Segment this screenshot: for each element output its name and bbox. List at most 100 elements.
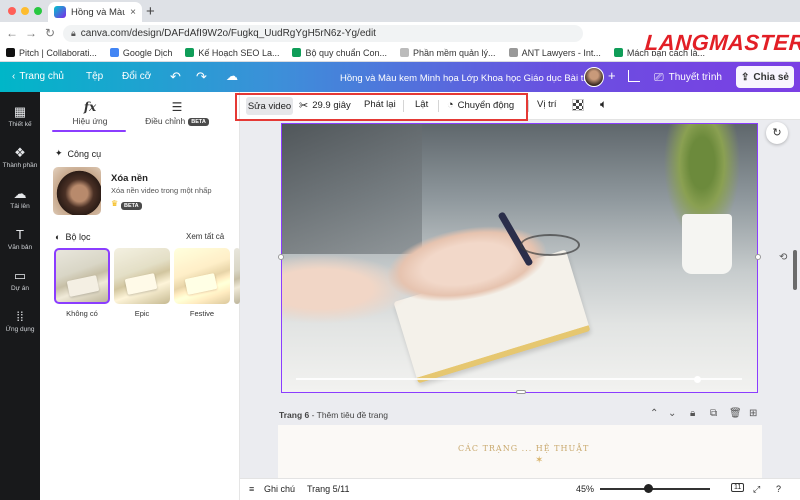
chevron-down-icon[interactable]: ⌄ <box>668 408 676 419</box>
add-collaborator-button[interactable]: + <box>608 68 616 83</box>
bookmark-item[interactable]: ANT Lawyers - Int... <box>508 47 601 58</box>
document-title[interactable]: Hồng và Màu kem Minh họa Lớp Khoa học Gi… <box>340 73 602 84</box>
present-icon: ⎚ <box>654 69 664 84</box>
filter-label: Epic <box>134 309 150 318</box>
remove-background-thumbnail[interactable] <box>53 167 101 215</box>
zoom-slider-handle[interactable] <box>644 484 653 493</box>
delete-page-icon[interactable]: 🗑︎ <box>729 408 742 419</box>
rail-item-upload[interactable]: ☁ Tải lên <box>0 186 40 210</box>
home-label: Trang chủ <box>19 71 64 82</box>
tab-effects[interactable]: fx Hiệu ứng <box>54 100 126 126</box>
page-refresh-icon[interactable]: ⟲ <box>779 252 787 263</box>
bookmark-favicon-icon <box>109 48 119 57</box>
filters-title: Bộ lọc <box>65 232 91 242</box>
file-menu[interactable]: Tệp <box>86 71 103 82</box>
vertical-scrollbar[interactable] <box>793 250 797 290</box>
zoom-slider-track[interactable] <box>600 488 710 490</box>
video-element[interactable] <box>281 123 758 393</box>
remove-background-description: Xóa nền video trong một nhấp <box>111 186 212 195</box>
page-title[interactable]: Trang 6 - Thêm tiêu đề trang <box>279 410 388 420</box>
remove-bg-beta-badge: BETA <box>121 200 142 212</box>
close-window-dot[interactable] <box>8 7 16 15</box>
canva-favicon-icon <box>54 6 66 18</box>
resize-handle-right[interactable] <box>755 254 761 260</box>
bookmark-item[interactable]: Phần mềm quản lý... <box>400 48 496 58</box>
chevron-up-icon[interactable]: ⌃ <box>650 408 658 419</box>
bookmark-item[interactable]: Bộ quy chuẩn Con... <box>292 48 387 58</box>
upload-icon: ☁ <box>13 186 27 201</box>
lock-page-icon[interactable]: 🔒︎ <box>690 408 695 419</box>
bookmark-favicon-icon <box>185 48 195 57</box>
notes-icon[interactable]: ≡ <box>249 484 254 494</box>
rail-item-elements[interactable]: ❖ Thành phần <box>0 145 40 169</box>
fullscreen-icon[interactable]: ⤢ <box>753 484 760 495</box>
rotate-icon[interactable]: ↻ <box>766 122 788 144</box>
page-counter[interactable]: Trang 5/11 <box>307 484 350 494</box>
active-tab-indicator <box>52 130 126 132</box>
tools-heading: ✦ Công cụ <box>55 148 101 159</box>
url-field[interactable]: 🔒︎ canva.com/design/DAFdAfI9W2o/Fugkq_Uu… <box>63 24 583 42</box>
undo-icon[interactable]: ↶ <box>170 69 181 85</box>
avatar[interactable] <box>584 67 604 87</box>
video-frame-image <box>282 124 757 392</box>
add-page-icon[interactable]: ⊞ <box>749 408 757 419</box>
resize-handle-bottom[interactable] <box>516 390 526 394</box>
filter-none-thumbnail[interactable] <box>54 248 110 304</box>
reload-icon[interactable]: ↻ <box>44 26 56 40</box>
bookmark-item[interactable]: Kế Hoạch SEO La... <box>185 48 279 58</box>
rail-item-label: Ứng dụng <box>5 326 35 333</box>
rail-item-text[interactable]: T Văn bản <box>0 227 40 251</box>
folder-icon: ▭ <box>13 268 27 283</box>
transparency-icon[interactable] <box>572 99 584 111</box>
rail-item-layout[interactable]: ▦ Thiết kế <box>0 104 40 128</box>
zoom-level[interactable]: 45% <box>576 484 594 494</box>
present-label: Thuyết trình <box>668 71 722 83</box>
rail-item-apps[interactable]: ⁞⁞ Ứng dụng <box>0 309 40 333</box>
volume-icon[interactable]: 🔈︎ <box>600 97 607 112</box>
maximize-window-dot[interactable] <box>34 7 42 15</box>
bookmark-item[interactable]: Google Dịch <box>109 48 172 58</box>
share-button[interactable]: ⇪ Chia sẻ <box>736 66 794 88</box>
remove-background-title[interactable]: Xóa nền <box>111 173 148 184</box>
filter-label: Không có <box>66 309 98 318</box>
left-rail: ▦ Thiết kế ❖ Thành phần ☁ Tải lên T Văn bản ▭ Dự … <box>0 92 40 500</box>
tab-adjust-label: Điều chỉnh <box>145 116 186 126</box>
rail-item-label: Thành phần <box>2 162 38 169</box>
tab-adjust[interactable]: ☰ Điều chỉnh BETA <box>140 100 214 126</box>
back-arrow-icon[interactable]: ← <box>6 26 18 40</box>
new-tab-button[interactable]: + <box>146 3 155 20</box>
resize-menu[interactable]: Đổi cỡ <box>122 71 151 82</box>
lock-icon: 🔒︎ <box>71 27 76 38</box>
duplicate-page-icon[interactable]: ⧉ <box>710 408 717 419</box>
forward-arrow-icon[interactable]: → <box>25 26 37 40</box>
help-icon[interactable]: ? <box>776 484 781 494</box>
filter-festive-thumbnail[interactable] <box>174 248 230 304</box>
redo-icon[interactable]: ↷ <box>196 69 207 85</box>
beta-badge: BETA <box>188 117 209 126</box>
browser-tab-title: Hồng và Màu kem Minh họa Lớ <box>71 6 126 18</box>
video-scrub-track[interactable] <box>296 378 742 380</box>
page-grid-button[interactable]: 11 <box>731 483 745 492</box>
see-all-link[interactable]: Xem tất cả <box>186 232 224 241</box>
video-scrub-handle[interactable] <box>694 376 701 383</box>
present-button[interactable]: ⎚ Thuyết trình <box>654 67 722 87</box>
bookmark-item[interactable]: Pitch | Collaborati... <box>6 48 97 58</box>
position-button[interactable]: Vị trí <box>537 99 557 110</box>
filter-epic-thumbnail[interactable] <box>114 248 170 304</box>
browser-tab[interactable]: Hồng và Màu kem Minh họa Lớ × <box>48 2 142 22</box>
home-link[interactable]: ‹ Trang chủ <box>12 71 64 82</box>
resize-handle-left[interactable] <box>278 254 284 260</box>
sparkle-decoration-icon: ✶ <box>535 455 544 466</box>
analytics-icon[interactable] <box>628 70 640 82</box>
cloud-save-icon[interactable]: ☁ <box>226 69 238 83</box>
tools-title: Công cụ <box>67 148 102 159</box>
bookmark-label: ANT Lawyers - Int... <box>521 47 601 58</box>
notes-button[interactable]: Ghi chú <box>264 484 295 494</box>
share-label: Chia sẻ <box>753 71 789 83</box>
elements-icon: ❖ <box>14 145 26 160</box>
rail-item-folder[interactable]: ▭ Dự án <box>0 268 40 292</box>
text-icon: T <box>16 227 24 242</box>
minimize-window-dot[interactable] <box>21 7 29 15</box>
tab-close-icon[interactable]: × <box>130 7 136 18</box>
sparkle-icon: ✦ <box>55 148 63 158</box>
